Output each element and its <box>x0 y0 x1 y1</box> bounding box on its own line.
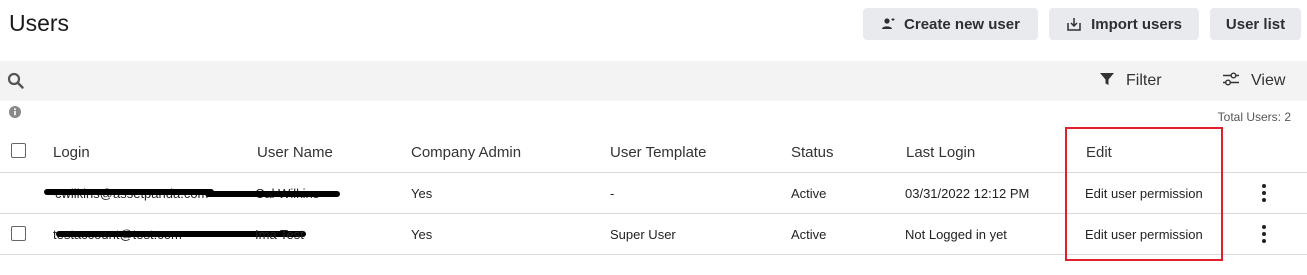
select-all-checkbox[interactable] <box>11 143 26 158</box>
column-header-edit: Edit <box>1086 143 1112 161</box>
sliders-icon <box>1222 71 1240 92</box>
status-cell: Active <box>791 185 827 201</box>
user-template-cell: - <box>610 185 615 201</box>
table-header: Login User Name Company Admin User Templ… <box>0 132 1307 173</box>
kebab-icon[interactable] <box>1256 183 1272 203</box>
create-new-user-button[interactable]: Create new user <box>863 8 1038 40</box>
last-login-cell: Not Logged in yet <box>905 226 1007 242</box>
view-button[interactable]: View <box>1222 70 1285 92</box>
table-toolbar: Filter View <box>0 61 1307 101</box>
import-users-label: Import users <box>1091 15 1182 33</box>
import-icon <box>1066 16 1082 32</box>
company-admin-cell: Yes <box>411 185 433 201</box>
total-users-count: Total Users: 2 <box>1217 110 1291 124</box>
column-header-company-admin[interactable]: Company Admin <box>411 132 521 172</box>
status-cell: Active <box>791 226 827 242</box>
search-icon[interactable] <box>7 72 24 94</box>
page-title: Users <box>9 10 70 36</box>
add-user-icon <box>881 17 895 31</box>
import-users-button[interactable]: Import users <box>1049 8 1199 40</box>
redaction-mark <box>205 191 340 197</box>
column-header-user-name[interactable]: User Name <box>257 132 333 172</box>
filter-icon <box>1099 71 1115 92</box>
edit-user-permission-link[interactable]: Edit user permission <box>1085 214 1203 254</box>
user-template-cell: Super User <box>610 226 676 242</box>
filter-button[interactable]: Filter <box>1099 70 1162 92</box>
user-list-button[interactable]: User list <box>1210 8 1301 40</box>
table-row[interactable]: cwilkins@assetpanda.com Cal Wilkins Yes … <box>0 173 1307 214</box>
row-checkbox[interactable] <box>11 226 26 241</box>
column-header-user-template[interactable]: User Template <box>610 132 706 172</box>
redaction-mark <box>44 189 214 195</box>
create-new-user-label: Create new user <box>904 15 1020 33</box>
company-admin-cell: Yes <box>411 226 433 242</box>
last-login-cell: 03/31/2022 12:12 PM <box>905 185 1030 201</box>
column-header-status[interactable]: Status <box>791 132 834 172</box>
kebab-icon[interactable] <box>1256 224 1272 244</box>
user-name-cell: Ima Test <box>255 226 304 242</box>
filter-label: Filter <box>1126 72 1162 89</box>
column-header-login[interactable]: Login <box>53 132 90 172</box>
user-list-label: User list <box>1225 15 1286 33</box>
column-header-last-login[interactable]: Last Login <box>906 132 975 172</box>
edit-user-permission-link[interactable]: Edit user permission <box>1085 173 1203 213</box>
info-icon[interactable] <box>9 105 21 123</box>
view-label: View <box>1251 72 1286 89</box>
table-row[interactable]: testaccount@test.com Ima Test Yes Super … <box>0 214 1307 255</box>
